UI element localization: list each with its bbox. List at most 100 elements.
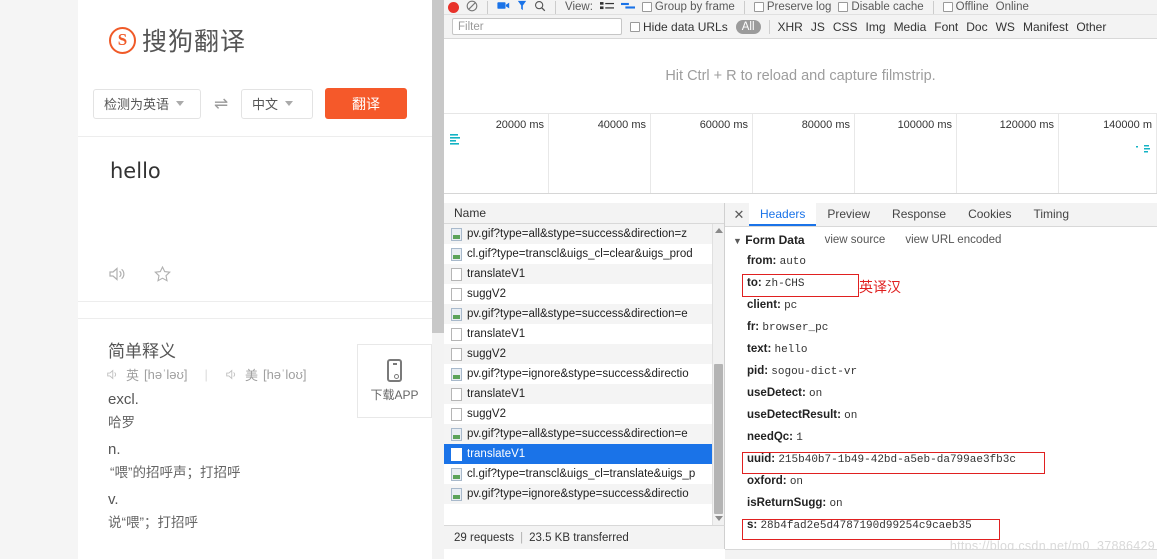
filter-type-img[interactable]: Img [866, 20, 886, 34]
phonetic-separator: | [204, 367, 208, 382]
view-url-encoded-link[interactable]: view URL encoded [905, 234, 1001, 246]
source-text-input[interactable]: hello [110, 159, 161, 183]
filter-input[interactable] [452, 18, 622, 35]
table-row[interactable]: translateV1 [444, 264, 724, 284]
table-row[interactable]: pv.gif?type=all&stype=success&direction=… [444, 424, 724, 444]
filter-type-ws[interactable]: WS [996, 20, 1015, 34]
request-list[interactable]: Name pv.gif?type=all&stype=success&direc… [444, 203, 725, 525]
filter-type-all[interactable]: All [735, 19, 761, 34]
tab-cookies[interactable]: Cookies [957, 203, 1022, 226]
request-list-header[interactable]: Name [444, 203, 724, 224]
tab-timing[interactable]: Timing [1022, 203, 1080, 226]
xhr-resource-icon [451, 267, 462, 281]
scroll-down-arrow-icon[interactable] [715, 516, 723, 521]
toolbar-separator [768, 19, 770, 34]
us-label: 美 [244, 368, 258, 383]
close-icon[interactable]: ✕ [729, 203, 749, 226]
table-row[interactable]: pv.gif?type=ignore&stype=success&directi… [444, 484, 724, 504]
table-row[interactable]: cl.gif?type=transcl&uigs_cl=clear&uigs_p… [444, 244, 724, 264]
filter-type-media[interactable]: Media [894, 20, 927, 34]
disable-cache-checkbox[interactable]: Disable cache [838, 1, 924, 13]
checkbox-icon [641, 2, 652, 12]
throttling-select[interactable]: Online [996, 1, 1029, 13]
filter-type-doc[interactable]: Doc [966, 20, 987, 34]
checkbox-icon [753, 2, 764, 12]
preserve-log-checkbox[interactable]: Preserve log [753, 1, 832, 13]
clear-icon[interactable] [466, 0, 478, 14]
waterfall-view-icon[interactable] [620, 0, 635, 14]
chevron-down-icon [285, 101, 294, 106]
form-data-row: useDetectResult: on [725, 405, 1157, 427]
form-data-key: fr: [747, 321, 760, 333]
group-by-frame-checkbox[interactable]: Group by frame [641, 1, 735, 13]
form-data-value: 28b4fad2e5d4787190d99254c9caeb35 [760, 520, 972, 532]
form-data-key: to: [747, 277, 762, 289]
tab-preview[interactable]: Preview [816, 203, 881, 226]
scroll-up-arrow-icon[interactable] [715, 228, 723, 233]
table-row[interactable]: cl.gif?type=transcl&uigs_cl=translate&ui… [444, 464, 724, 484]
form-data-value: on [789, 476, 804, 488]
hide-data-urls-checkbox[interactable]: Hide data URLs [630, 20, 728, 34]
form-data-value: 1 [796, 432, 803, 444]
favorite-star-icon[interactable] [153, 265, 172, 283]
funnel-icon[interactable] [517, 0, 527, 14]
uk-pronunciation[interactable]: 英 [həˈləʊ] [106, 365, 188, 384]
network-overview-timeline[interactable]: 20000 ms 40000 ms 60000 ms 80000 ms 1000… [444, 114, 1157, 194]
timeline-tick: 100000 ms [855, 114, 957, 193]
list-view-icon[interactable] [599, 0, 614, 14]
sogou-translate-page: S 搜狗翻译 检测为英语 ⇌ 中文 翻译 hello 简单释义 英 [həˈlə… [0, 0, 432, 559]
camera-icon[interactable] [497, 0, 510, 14]
form-data-row: fr: browser_pc [725, 317, 1157, 339]
table-row[interactable]: pv.gif?type=ignore&stype=success&directi… [444, 364, 724, 384]
filter-type-font[interactable]: Font [934, 20, 958, 34]
image-resource-icon [451, 367, 462, 381]
tab-headers[interactable]: Headers [749, 203, 817, 226]
filter-type-manifest[interactable]: Manifest [1023, 20, 1068, 34]
group-by-frame-label: Group by frame [654, 1, 735, 13]
language-bar: 检测为英语 ⇌ 中文 翻译 [93, 88, 407, 119]
annotation-label-direction: 英译汉 [859, 279, 901, 295]
source-language-select[interactable]: 检测为英语 [93, 88, 201, 119]
search-icon[interactable] [534, 0, 546, 14]
request-list-scrollbar[interactable] [712, 224, 724, 525]
table-row[interactable]: suggV2 [444, 344, 724, 364]
translate-button[interactable]: 翻译 [325, 88, 407, 119]
table-row[interactable]: suggV2 [444, 404, 724, 424]
table-row[interactable]: translateV1 [444, 384, 724, 404]
preserve-log-label: Preserve log [766, 1, 832, 13]
network-filter-bar: Hide data URLs All XHR JS CSS Img Media … [444, 15, 1157, 39]
status-separator: | [520, 531, 524, 544]
sogou-logo[interactable]: S 搜狗翻译 [109, 22, 246, 58]
request-name: cl.gif?type=transcl&uigs_cl=translate&ui… [467, 468, 696, 480]
target-language-select[interactable]: 中文 [241, 88, 313, 119]
phone-icon [387, 359, 402, 382]
chevron-down-icon[interactable]: ▼ [733, 236, 742, 246]
view-source-link[interactable]: view source [825, 234, 886, 246]
filter-type-other[interactable]: Other [1076, 20, 1106, 34]
table-row[interactable]: suggV2 [444, 284, 724, 304]
speaker-icon[interactable] [108, 265, 128, 283]
table-row-selected[interactable]: translateV1 [444, 444, 724, 464]
offline-checkbox[interactable]: Offline [942, 1, 989, 13]
definition-text: 说“喂”；打招呼 [108, 515, 198, 530]
table-row[interactable]: pv.gif?type=all&stype=success&direction=… [444, 224, 724, 244]
filter-type-css[interactable]: CSS [833, 20, 858, 34]
panel-divider[interactable] [432, 0, 444, 333]
download-app-label: 下载APP [370, 388, 419, 402]
table-row[interactable]: translateV1 [444, 324, 724, 344]
download-app-button[interactable]: 下载APP [357, 344, 432, 418]
record-icon[interactable] [448, 1, 459, 13]
filter-type-js[interactable]: JS [811, 20, 825, 34]
table-row[interactable]: pv.gif?type=all&stype=success&direction=… [444, 304, 724, 324]
image-resource-icon [451, 467, 462, 481]
scrollbar-thumb[interactable] [714, 364, 723, 514]
form-data-value: on [809, 388, 823, 400]
form-data-section-header[interactable]: ▼ Form Data view source view URL encoded [725, 233, 1157, 247]
us-pronunciation[interactable]: 美 [həˈloʊ] [225, 365, 306, 384]
part-of-speech: v. [108, 491, 119, 508]
tab-response[interactable]: Response [881, 203, 957, 226]
image-resource-icon [451, 307, 462, 321]
filmstrip-hint: Hit Ctrl + R to reload and capture films… [665, 68, 936, 84]
filter-type-xhr[interactable]: XHR [778, 20, 803, 34]
swap-languages-icon[interactable]: ⇌ [201, 94, 241, 114]
